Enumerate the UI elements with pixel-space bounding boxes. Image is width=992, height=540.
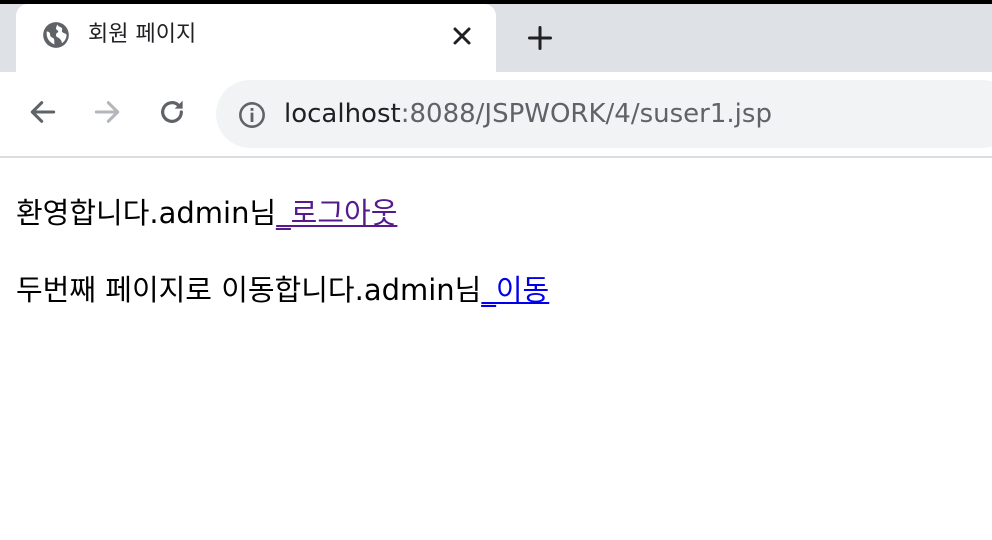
- close-icon[interactable]: [450, 24, 474, 48]
- new-tab-icon[interactable]: [526, 24, 554, 52]
- info-icon[interactable]: [238, 101, 266, 129]
- forward-arrow-icon[interactable]: [91, 96, 123, 128]
- back-arrow-icon[interactable]: [27, 96, 59, 128]
- toolbar-divider: [0, 156, 992, 158]
- url-text[interactable]: localhost:8088/JSPWORK/4/suser1.jsp: [284, 97, 772, 131]
- move-link[interactable]: _이동: [481, 273, 549, 307]
- second-page-text: 두번째 페이지로 이동합니다.admin님: [16, 273, 482, 307]
- second-page-line: 두번째 페이지로 이동합니다.admin님_이동: [16, 267, 976, 313]
- welcome-text: 환영합니다.admin님: [16, 196, 277, 230]
- url-path: :8088/JSPWORK/4/suser1.jsp: [400, 99, 772, 129]
- logout-link[interactable]: _로그아웃: [276, 196, 397, 230]
- reload-icon[interactable]: [156, 96, 188, 128]
- page-content: 환영합니다.admin님_로그아웃 두번째 페이지로 이동합니다.admin님_…: [16, 190, 976, 344]
- url-host: localhost: [284, 99, 401, 129]
- welcome-line: 환영합니다.admin님_로그아웃: [16, 190, 976, 236]
- globe-icon: [43, 22, 69, 48]
- active-tab[interactable]: 회원 페이지: [16, 4, 496, 72]
- tab-title: 회원 페이지: [88, 22, 197, 47]
